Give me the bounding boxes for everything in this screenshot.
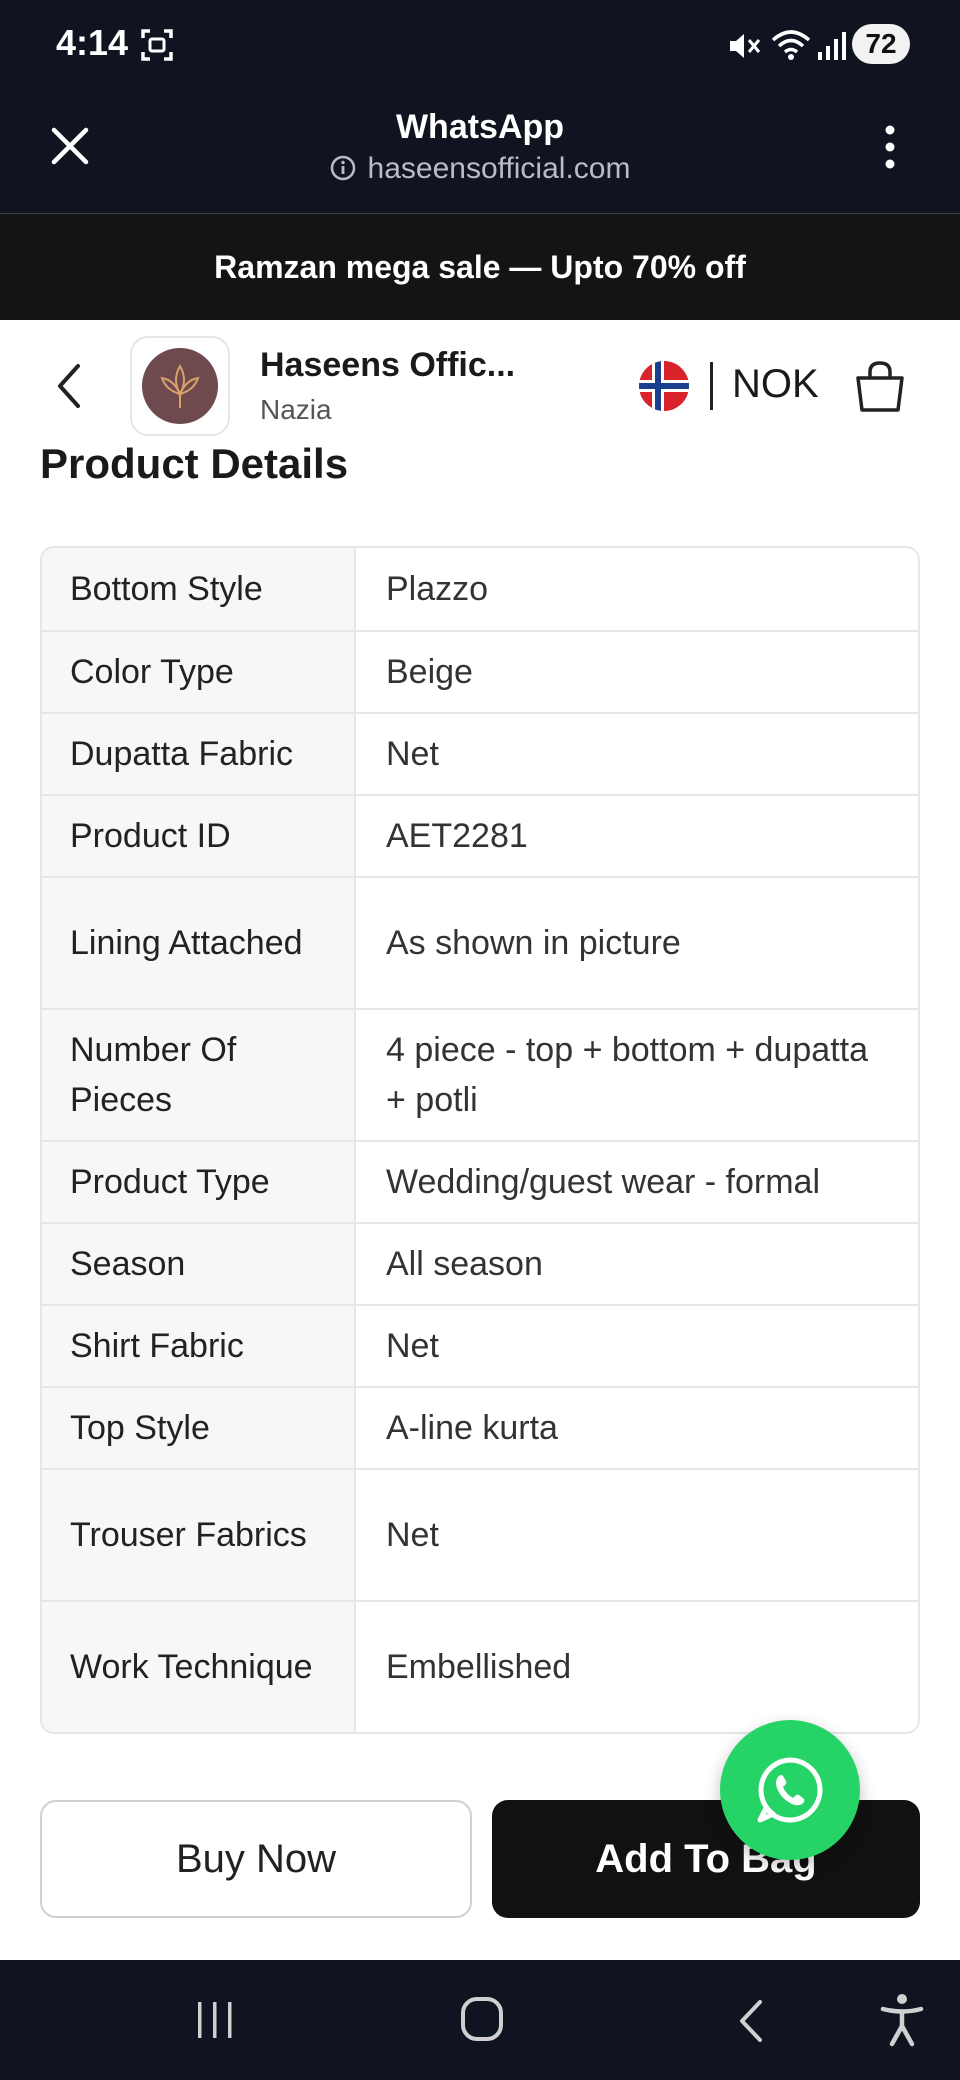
detail-key: Bottom Style [42, 548, 356, 630]
table-row: Work Technique Embellished [42, 1600, 918, 1732]
home-icon[interactable] [460, 1996, 504, 2042]
table-row: Trouser Fabrics Net [42, 1468, 918, 1600]
battery-indicator: 72 [852, 24, 910, 64]
store-subtitle: Nazia [260, 394, 332, 425]
detail-value: Net [386, 735, 439, 773]
whatsapp-chat-button[interactable] [720, 1720, 860, 1860]
system-nav-bar [0, 1960, 960, 2080]
detail-value: All season [386, 1245, 543, 1283]
screenshot-icon [141, 29, 173, 61]
table-row: Season All season [42, 1222, 918, 1304]
detail-value: Net [386, 1516, 439, 1554]
detail-key: Color Type [42, 632, 356, 712]
lotus-logo-icon [142, 348, 218, 424]
browser-url-bar[interactable]: haseensofficial.com [0, 152, 960, 186]
detail-key: Trouser Fabrics [42, 1470, 356, 1600]
info-icon[interactable] [330, 155, 356, 181]
detail-value: AET2281 [386, 817, 528, 855]
detail-value: Beige [386, 653, 473, 691]
add-to-bag-button[interactable]: Add To Bag [492, 1800, 920, 1918]
store-header: Haseens Offic... Nazia NOK [0, 320, 960, 440]
browser-url: haseensofficial.com [367, 152, 631, 185]
product-details-table: Bottom Style Plazzo Color Type Beige Dup… [40, 546, 920, 1734]
table-row: Shirt Fabric Net [42, 1304, 918, 1386]
detail-key: Season [42, 1224, 356, 1304]
browser-title: WhatsApp [395, 108, 565, 146]
table-row: Color Type Beige [42, 630, 918, 712]
detail-key: Dupatta Fabric [42, 714, 356, 794]
detail-key: Lining Attached [42, 878, 356, 1008]
store-name[interactable]: Haseens Offic... [260, 346, 515, 385]
currency-selector[interactable]: NOK [732, 362, 819, 407]
signal-icon [818, 32, 846, 60]
table-row: Product Type Wedding/guest wear - formal [42, 1140, 918, 1222]
store-logo[interactable] [130, 336, 230, 436]
shopping-bag-icon[interactable] [852, 358, 908, 414]
detail-key: Product ID [42, 796, 356, 876]
table-row: Top Style A-line kurta [42, 1386, 918, 1468]
detail-value: Wedding/guest wear - formal [386, 1163, 821, 1201]
buy-now-button[interactable]: Buy Now [40, 1800, 472, 1918]
detail-value: Net [386, 1327, 439, 1365]
status-time: 4:14 [56, 22, 129, 63]
wifi-icon [771, 30, 811, 60]
accessibility-icon[interactable] [880, 1992, 924, 2048]
table-row: Product ID AET2281 [42, 794, 918, 876]
detail-key: Product Type [42, 1142, 356, 1222]
detail-value: As shown in picture [386, 924, 681, 962]
detail-key: Top Style [42, 1388, 356, 1468]
product-details-title: Product Details [40, 440, 349, 487]
norway-flag-icon[interactable] [638, 360, 690, 412]
more-options-icon[interactable] [876, 122, 904, 172]
promo-banner[interactable]: Ramzan mega sale — Upto 70% off [0, 214, 960, 320]
recent-apps-icon[interactable] [194, 2000, 236, 2040]
table-row: Lining Attached As shown in picture [42, 876, 918, 1008]
table-row: Number Of Pieces 4 piece - top + bottom … [42, 1008, 918, 1140]
mute-icon [730, 34, 761, 58]
browser-header: WhatsApp haseensofficial.com [0, 90, 960, 214]
system-back-icon[interactable] [736, 1998, 766, 2044]
back-arrow-icon[interactable] [52, 360, 84, 412]
detail-value: Embellished [386, 1648, 572, 1686]
status-bar: 4:14 72 [0, 0, 960, 90]
detail-key: Work Technique [42, 1602, 356, 1732]
detail-key: Number Of Pieces [42, 1010, 356, 1140]
detail-value: Plazzo [386, 570, 489, 608]
table-row: Dupatta Fabric Net [42, 712, 918, 794]
currency-divider [710, 362, 713, 410]
whatsapp-icon [757, 1757, 823, 1823]
detail-value: 4 piece - top + bottom + dupatta + potli [386, 1031, 868, 1119]
detail-key: Shirt Fabric [42, 1306, 356, 1386]
table-row: Bottom Style Plazzo [42, 548, 918, 630]
detail-value: A-line kurta [386, 1409, 558, 1447]
